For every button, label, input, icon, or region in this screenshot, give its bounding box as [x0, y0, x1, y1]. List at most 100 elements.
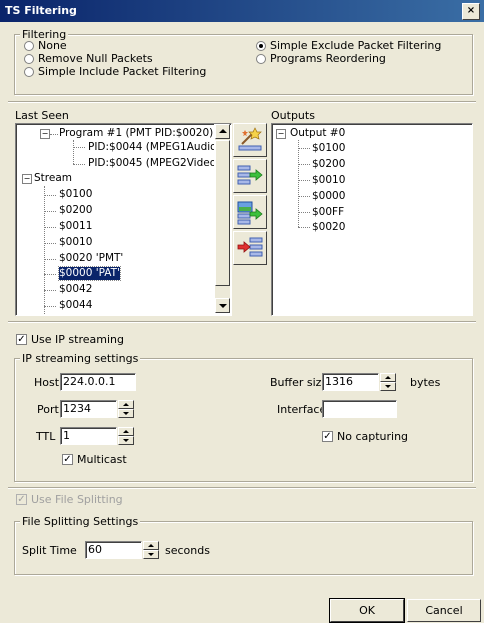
- tree-item-program-1[interactable]: Program #1 (PMT PID:$0020): [59, 127, 213, 140]
- split-time-input[interactable]: 60: [85, 541, 142, 559]
- output-item[interactable]: $00FF: [312, 206, 344, 219]
- output-item[interactable]: $0000: [312, 190, 345, 203]
- tree-connector: [298, 148, 310, 149]
- interface-label: Interface: [277, 403, 327, 416]
- radio-none[interactable]: None: [24, 39, 67, 52]
- buffer-size-label: Buffer size: [270, 376, 329, 389]
- separator: [8, 321, 476, 323]
- port-input[interactable]: 1234: [60, 400, 117, 418]
- collapse-stream-icon[interactable]: −: [22, 174, 32, 184]
- last-seen-tree[interactable]: − Program #1 (PMT PID:$0020) PID:$0044 (…: [15, 123, 232, 316]
- radio-none-dot[interactable]: [24, 40, 34, 51]
- tree-connector: [44, 227, 56, 228]
- tree-item-0044[interactable]: $0044: [59, 299, 92, 312]
- clear-outputs-button[interactable]: [233, 123, 267, 157]
- add-pid-button[interactable]: [233, 159, 267, 193]
- tree-item-0000-pat[interactable]: $0000 'PAT': [58, 266, 121, 281]
- use-ip-streaming-label: Use IP streaming: [31, 333, 124, 346]
- tree-item-0042[interactable]: $0042: [59, 283, 92, 296]
- output-item[interactable]: $0010: [312, 174, 345, 187]
- radio-none-label: None: [38, 39, 67, 52]
- tree-item-0010[interactable]: $0010: [59, 236, 92, 249]
- tree-connector: [44, 243, 56, 244]
- tree-item-output-0[interactable]: Output #0: [290, 127, 345, 140]
- spin-up-icon[interactable]: [380, 373, 396, 382]
- spin-up-icon[interactable]: [143, 541, 159, 550]
- add-program-button[interactable]: [233, 195, 267, 229]
- tree-connector: [298, 227, 310, 228]
- add-to-output-icon: [237, 165, 263, 185]
- tree-connector: [44, 211, 56, 212]
- outputs-tree[interactable]: − Output #0 $0100 $0200 $0010 $0000 $00F…: [271, 123, 473, 316]
- radio-remove-null-packets-label: Remove Null Packets: [38, 52, 153, 65]
- host-input[interactable]: 224.0.0.1: [60, 373, 136, 391]
- tree-item-0020-pmt[interactable]: $0020 'PMT': [59, 252, 123, 265]
- spin-down-icon[interactable]: [118, 409, 134, 418]
- ttl-input[interactable]: 1: [60, 427, 117, 445]
- radio-programs-reordering[interactable]: Programs Reordering: [256, 52, 386, 65]
- port-spinner[interactable]: [118, 400, 134, 418]
- multicast-box[interactable]: ✓: [62, 454, 73, 465]
- buffer-size-input[interactable]: 1316: [322, 373, 379, 391]
- use-file-splitting-box: ✓: [16, 494, 27, 505]
- port-label: Port: [37, 403, 59, 416]
- multicast-checkbox[interactable]: ✓ Multicast: [62, 453, 127, 466]
- tree-item-stream[interactable]: Stream: [34, 172, 72, 185]
- tree-item-pid-0045[interactable]: PID:$0045 (MPEG2Video): [88, 157, 220, 170]
- output-item[interactable]: $0100: [312, 142, 345, 155]
- multicast-label: Multicast: [77, 453, 127, 466]
- last-seen-scrollbar[interactable]: [214, 124, 230, 313]
- spin-down-icon[interactable]: [380, 382, 396, 391]
- no-capturing-box[interactable]: ✓: [322, 431, 333, 442]
- interface-input[interactable]: [322, 400, 397, 418]
- ok-button[interactable]: OK: [329, 598, 405, 623]
- buffer-size-spinner[interactable]: [380, 373, 396, 391]
- use-file-splitting-checkbox: ✓ Use File Splitting: [16, 493, 123, 506]
- tree-connector: [44, 195, 56, 196]
- radio-simple-include[interactable]: Simple Include Packet Filtering: [24, 65, 206, 78]
- spin-down-icon[interactable]: [143, 550, 159, 559]
- tree-item-0100[interactable]: $0100: [59, 188, 92, 201]
- tree-connector: [298, 212, 310, 213]
- host-label: Host: [34, 376, 60, 389]
- spin-up-icon[interactable]: [118, 427, 134, 436]
- remove-pid-button[interactable]: [233, 231, 267, 265]
- radio-simple-include-dot[interactable]: [24, 66, 34, 77]
- tree-connector: [298, 164, 310, 165]
- cancel-button[interactable]: Cancel: [407, 599, 481, 622]
- scroll-down-button[interactable]: [215, 298, 230, 313]
- tree-item-0011[interactable]: $0011: [59, 220, 92, 233]
- tree-connector: [44, 306, 56, 307]
- spin-up-icon[interactable]: [118, 400, 134, 409]
- tree-item-pid-0044[interactable]: PID:$0044 (MPEG1Audio): [88, 141, 221, 154]
- tree-connector: [44, 274, 56, 275]
- ttl-spinner[interactable]: [118, 427, 134, 445]
- close-button[interactable]: ×: [462, 3, 480, 20]
- no-capturing-label: No capturing: [337, 430, 409, 443]
- radio-programs-reordering-dot[interactable]: [256, 53, 266, 64]
- tree-item-0200[interactable]: $0200: [59, 204, 92, 217]
- radio-simple-exclude[interactable]: Simple Exclude Packet Filtering: [256, 39, 441, 52]
- tree-connector: [50, 134, 58, 135]
- radio-simple-include-label: Simple Include Packet Filtering: [38, 65, 207, 78]
- split-time-spinner[interactable]: [143, 541, 159, 559]
- no-capturing-checkbox[interactable]: ✓ No capturing: [322, 430, 408, 443]
- radio-remove-null-packets[interactable]: Remove Null Packets: [24, 52, 153, 65]
- tree-connector: [73, 164, 85, 165]
- outputs-label: Outputs: [271, 109, 315, 122]
- tree-connector: [44, 259, 56, 260]
- output-item[interactable]: $0020: [312, 221, 345, 234]
- use-ip-streaming-checkbox[interactable]: ✓ Use IP streaming: [16, 333, 124, 346]
- ttl-label: TTL: [36, 430, 56, 443]
- output-item[interactable]: $0200: [312, 158, 345, 171]
- radio-simple-exclude-dot[interactable]: [256, 40, 266, 51]
- spin-down-icon[interactable]: [118, 436, 134, 445]
- use-ip-streaming-box[interactable]: ✓: [16, 334, 27, 345]
- scroll-up-button[interactable]: [215, 124, 230, 139]
- radio-remove-null-packets-dot[interactable]: [24, 53, 34, 64]
- last-seen-label: Last Seen: [15, 109, 69, 122]
- split-unit-label: seconds: [165, 544, 210, 557]
- collapse-program-icon[interactable]: −: [40, 129, 50, 139]
- collapse-output-icon[interactable]: −: [276, 129, 286, 139]
- scroll-thumb[interactable]: [215, 140, 230, 286]
